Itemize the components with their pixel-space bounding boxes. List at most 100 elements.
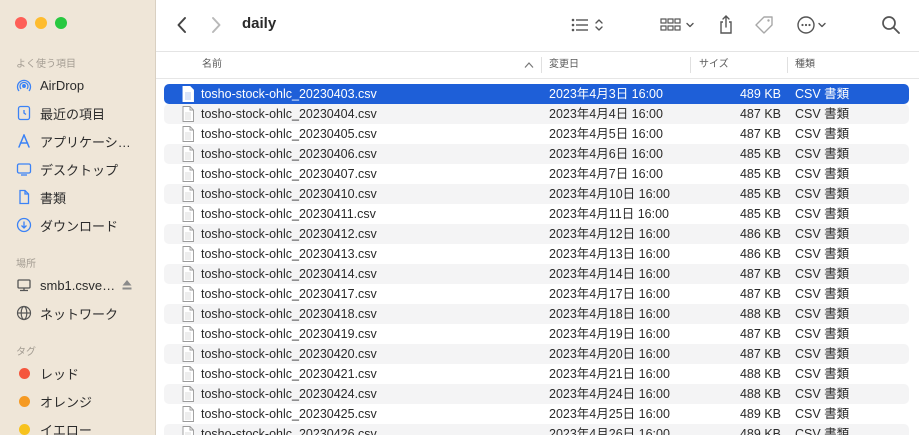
file-name: tosho-stock-ohlc_20230421.csv [201, 367, 377, 381]
sidebar-item-smb-share[interactable]: smb1.csve… [16, 274, 146, 296]
file-row[interactable]: tosho-stock-ohlc_20230411.csv 2023年4月11日 … [164, 204, 909, 224]
file-kind: CSV 書類 [795, 127, 850, 141]
sidebar-item-airdrop[interactable]: AirDrop [16, 74, 146, 96]
file-size: 485 KB [739, 187, 781, 201]
favorites-header: よく使う項目 [16, 59, 76, 70]
file-size: 487 KB [739, 347, 781, 361]
file-row[interactable]: tosho-stock-ohlc_20230418.csv 2023年4月18日 … [164, 304, 909, 324]
file-row[interactable]: tosho-stock-ohlc_20230413.csv 2023年4月13日 … [164, 244, 909, 264]
file-row[interactable]: tosho-stock-ohlc_20230404.csv 2023年4月4日 1… [164, 104, 909, 124]
file-kind: CSV 書類 [795, 107, 850, 121]
zoom-window-button[interactable] [55, 17, 67, 29]
sidebar-item-label: オレンジ [40, 394, 93, 410]
file-kind: CSV 書類 [795, 407, 850, 421]
sidebar-item-applications[interactable]: アプリケーシ… [16, 130, 146, 152]
file-date: 2023年4月3日 16:00 [549, 87, 663, 101]
sidebar-item-label: ネットワーク [40, 306, 119, 322]
recents-icon [16, 105, 32, 121]
tag-red-dot-icon [18, 367, 30, 379]
file-kind: CSV 書類 [795, 187, 850, 201]
sidebar-tag-orange[interactable]: オレンジ [16, 390, 146, 412]
file-row[interactable]: tosho-stock-ohlc_20230417.csv 2023年4月17日 … [164, 284, 909, 304]
file-row[interactable]: tosho-stock-ohlc_20230410.csv 2023年4月10日 … [164, 184, 909, 204]
csv-file-icon [182, 186, 194, 202]
file-row[interactable]: tosho-stock-ohlc_20230425.csv 2023年4月25日 … [164, 404, 909, 424]
file-name: tosho-stock-ohlc_20230426.csv [201, 427, 377, 435]
column-header-name[interactable]: 名前 [202, 52, 222, 78]
sidebar-item-network[interactable]: ネットワーク [16, 302, 146, 324]
file-row[interactable]: tosho-stock-ohlc_20230414.csv 2023年4月14日 … [164, 264, 909, 284]
view-mode-button[interactable] [568, 12, 608, 38]
file-name: tosho-stock-ohlc_20230410.csv [201, 187, 377, 201]
file-name: tosho-stock-ohlc_20230424.csv [201, 387, 377, 401]
file-size: 486 KB [739, 247, 781, 261]
file-row[interactable]: tosho-stock-ohlc_20230421.csv 2023年4月21日 … [164, 364, 909, 384]
minimize-window-button[interactable] [35, 17, 47, 29]
sidebar-item-label: レッド [40, 366, 80, 382]
sidebar-item-downloads[interactable]: ダウンロード [16, 214, 146, 236]
column-header-kind[interactable]: 種類 [795, 52, 815, 78]
file-date: 2023年4月17日 16:00 [549, 287, 670, 301]
sidebar-tag-red[interactable]: レッド [16, 362, 146, 384]
sidebar-tag-yellow[interactable]: イエロー [16, 418, 146, 435]
action-menu-button[interactable] [794, 12, 834, 38]
csv-file-icon [182, 306, 194, 322]
file-row[interactable]: tosho-stock-ohlc_20230424.csv 2023年4月24日 … [164, 384, 909, 404]
file-kind: CSV 書類 [795, 267, 850, 281]
file-size: 487 KB [739, 287, 781, 301]
csv-file-icon [182, 126, 194, 142]
csv-file-icon [182, 346, 194, 362]
tag-button[interactable] [750, 12, 778, 38]
sort-ascending-icon[interactable] [524, 61, 534, 69]
column-header-size[interactable]: サイズ [699, 52, 729, 78]
file-size: 489 KB [739, 427, 781, 435]
csv-file-icon [182, 286, 194, 302]
file-size: 485 KB [739, 147, 781, 161]
file-kind: CSV 書類 [795, 147, 850, 161]
file-row[interactable]: tosho-stock-ohlc_20230407.csv 2023年4月7日 1… [164, 164, 909, 184]
file-name: tosho-stock-ohlc_20230404.csv [201, 107, 377, 121]
locations-header: 場所 [16, 259, 36, 270]
file-kind: CSV 書類 [795, 87, 850, 101]
file-row[interactable]: tosho-stock-ohlc_20230420.csv 2023年4月20日 … [164, 344, 909, 364]
downloads-icon [16, 217, 32, 233]
file-kind: CSV 書類 [795, 167, 850, 181]
csv-file-icon [182, 226, 194, 242]
back-button[interactable] [170, 12, 194, 38]
sidebar-item-label: smb1.csve… [40, 277, 116, 293]
file-row[interactable]: tosho-stock-ohlc_20230419.csv 2023年4月19日 … [164, 324, 909, 344]
search-button[interactable] [876, 12, 906, 38]
file-row[interactable]: tosho-stock-ohlc_20230405.csv 2023年4月5日 1… [164, 124, 909, 144]
file-kind: CSV 書類 [795, 307, 850, 321]
file-row[interactable]: tosho-stock-ohlc_20230426.csv 2023年4月26日 … [164, 424, 909, 435]
share-button[interactable] [714, 12, 738, 38]
eject-icon[interactable] [122, 279, 132, 290]
network-icon [16, 305, 32, 321]
column-header-date[interactable]: 変更日 [549, 52, 579, 78]
file-name: tosho-stock-ohlc_20230420.csv [201, 347, 377, 361]
close-window-button[interactable] [15, 17, 27, 29]
sidebar-item-documents[interactable]: 書類 [16, 186, 146, 208]
sidebar-item-desktop[interactable]: デスクトップ [16, 158, 146, 180]
csv-file-icon [182, 86, 194, 102]
file-size: 488 KB [739, 367, 781, 381]
main-pane: daily 名前 変更日 サイズ 種類 tosho-stock-ohlc_202… [156, 0, 919, 435]
group-by-button[interactable] [658, 12, 698, 38]
csv-file-icon [182, 266, 194, 282]
file-row[interactable]: tosho-stock-ohlc_20230412.csv 2023年4月12日 … [164, 224, 909, 244]
documents-icon [16, 189, 32, 205]
sidebar-item-label: 書類 [40, 190, 67, 206]
column-separator[interactable] [787, 57, 788, 73]
sidebar-item-recents[interactable]: 最近の項目 [16, 102, 146, 124]
forward-button[interactable] [204, 12, 228, 38]
column-separator[interactable] [541, 57, 542, 73]
file-row[interactable]: tosho-stock-ohlc_20230406.csv 2023年4月6日 1… [164, 144, 909, 164]
file-date: 2023年4月11日 16:00 [549, 207, 669, 221]
file-size: 485 KB [739, 207, 781, 221]
column-separator[interactable] [690, 57, 691, 73]
file-name: tosho-stock-ohlc_20230407.csv [201, 167, 377, 181]
file-row[interactable]: tosho-stock-ohlc_20230403.csv 2023年4月3日 1… [164, 84, 909, 104]
file-size: 487 KB [739, 107, 781, 121]
file-name: tosho-stock-ohlc_20230403.csv [201, 87, 377, 101]
chevron-right-icon [212, 17, 221, 33]
